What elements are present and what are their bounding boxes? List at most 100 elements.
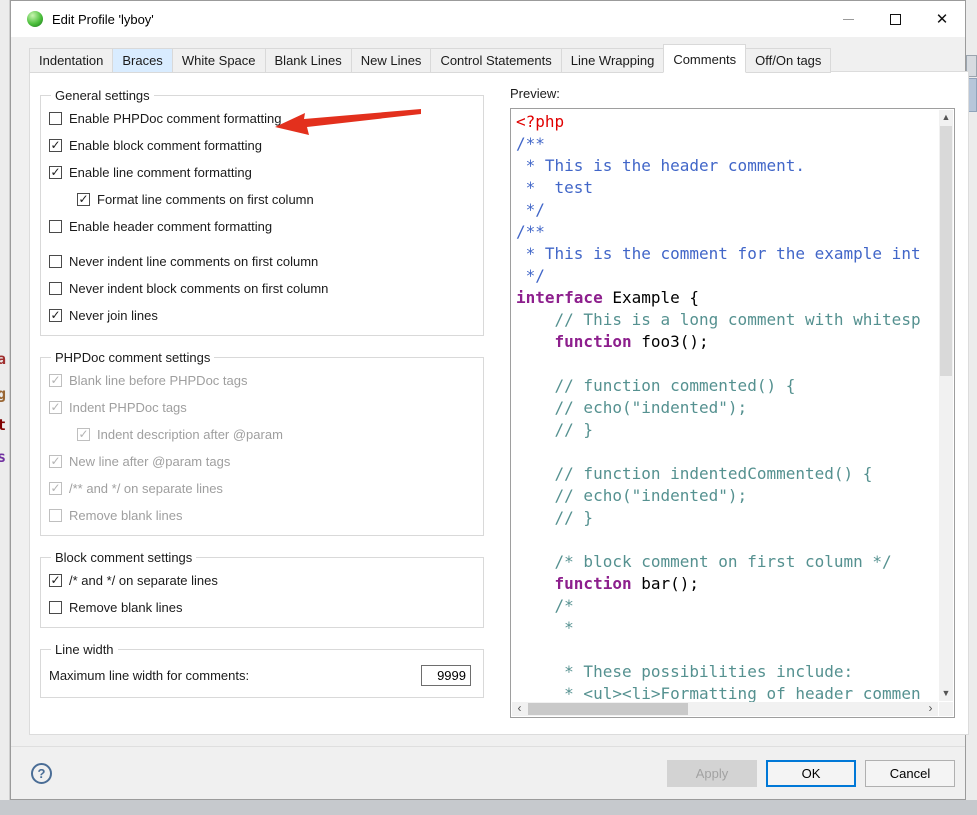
group-phpdoc: PHPDoc comment settings✓Blank line befor… (40, 350, 484, 536)
scroll-down-icon[interactable]: ▼ (939, 686, 953, 701)
code-segment: bar(); (632, 574, 699, 593)
code-segment: function (555, 332, 632, 351)
checkbox-row: Remove blank lines (49, 502, 475, 529)
code-segment: // echo("indented"); (516, 398, 747, 417)
background-text-fragment: t (0, 416, 6, 434)
code-segment: */ (516, 266, 545, 285)
settings-column: General settingsEnable PHPDoc comment fo… (40, 88, 486, 698)
group-line-width: Line width Maximum line width for commen… (40, 642, 484, 698)
tab-comments[interactable]: Comments (663, 44, 746, 73)
checkbox-checked: ✓ (77, 428, 90, 441)
ok-button[interactable]: OK (766, 760, 856, 787)
code-segment: /** (516, 134, 545, 153)
checkbox-checked: ✓ (49, 374, 62, 387)
preview-label: Preview: (510, 86, 955, 101)
checkbox-unchecked[interactable] (49, 220, 62, 233)
checkbox-row[interactable]: Enable header comment formatting (49, 213, 475, 240)
cancel-button[interactable]: Cancel (865, 760, 955, 787)
checkbox-unchecked[interactable] (49, 255, 62, 268)
code-line: function foo3(); (516, 331, 939, 353)
checkbox-row: ✓ Blank line before PHPDoc tags (49, 367, 475, 394)
scrollbar-corner (939, 702, 953, 716)
code-segment: // This is a long comment with whitesp (516, 310, 921, 329)
minimize-icon (843, 19, 854, 20)
checkbox-row[interactable]: Enable PHPDoc comment formatting (49, 105, 475, 132)
background-text-fragment: a (0, 350, 6, 368)
minimize-button[interactable] (833, 4, 863, 34)
checkbox-checked[interactable]: ✓ (49, 166, 62, 179)
tab-white-space[interactable]: White Space (172, 48, 266, 73)
background-app-left-strip: agts (0, 0, 10, 800)
scroll-left-icon[interactable]: ‹ (512, 702, 527, 716)
tab-braces[interactable]: Braces (112, 48, 172, 73)
checkbox-label: Never indent line comments on first colu… (69, 254, 318, 269)
checkbox-label: /** and */ on separate lines (69, 481, 223, 496)
close-button[interactable]: ✕ (927, 4, 957, 34)
scroll-right-icon[interactable]: › (923, 702, 938, 716)
checkbox-row: ✓New line after @param tags (49, 448, 475, 475)
background-text-fragment: g (0, 385, 6, 403)
checkbox-row[interactable]: Never indent block comments on first col… (49, 275, 475, 302)
checkbox-checked[interactable]: ✓ (49, 139, 62, 152)
checkbox-row[interactable]: ✓Enable line comment formatting (49, 159, 475, 186)
checkbox-row: ✓/** and */ on separate lines (49, 475, 475, 502)
line-width-label: Maximum line width for comments: (49, 668, 249, 683)
window-controls: ✕ (816, 4, 965, 34)
checkbox-label: Remove blank lines (69, 508, 182, 523)
checkbox-row[interactable]: ✓Never join lines (49, 302, 475, 329)
checkbox-checked[interactable]: ✓ (77, 193, 90, 206)
background-text-fragment: s (0, 448, 6, 466)
code-segment: // function commented() { (516, 376, 795, 395)
code-line: /** (516, 133, 939, 155)
scroll-up-icon[interactable]: ▲ (939, 110, 953, 125)
checkbox-label: Never indent block comments on first col… (69, 281, 328, 296)
group-title: Line width (51, 642, 118, 657)
code-line: * <ul><li>Formatting of header commen (516, 683, 939, 702)
app-icon (27, 11, 43, 27)
checkbox-row[interactable]: ✓Format line comments on first column (49, 186, 475, 213)
checkbox-row[interactable]: ✓ Enable block comment formatting (49, 132, 475, 159)
checkbox-label: Enable block comment formatting (69, 138, 262, 153)
code-line: function bar(); (516, 573, 939, 595)
checkbox-label: Enable header comment formatting (69, 219, 272, 234)
apply-button: Apply (667, 760, 757, 787)
code-segment (516, 332, 555, 351)
checkbox-unchecked[interactable] (49, 112, 62, 125)
tab-indentation[interactable]: Indentation (29, 48, 113, 73)
tab-blank-lines[interactable]: Blank Lines (265, 48, 352, 73)
tab-new-lines[interactable]: New Lines (351, 48, 432, 73)
code-line (516, 353, 939, 375)
code-segment: * This is the comment for the example in… (516, 244, 921, 263)
checkbox-label: /* and */ on separate lines (69, 573, 218, 588)
checkbox-row[interactable]: Never indent line comments on first colu… (49, 248, 475, 275)
vertical-scrollbar[interactable]: ▲ ▼ (939, 110, 953, 701)
tab-control-statements[interactable]: Control Statements (430, 48, 561, 73)
checkbox-unchecked[interactable] (49, 601, 62, 614)
group-block: Block comment settings✓/* and */ on sepa… (40, 550, 484, 628)
tab-line-wrapping[interactable]: Line Wrapping (561, 48, 665, 73)
checkbox-label: Blank line before PHPDoc tags (69, 373, 247, 388)
maximize-button[interactable] (880, 4, 910, 34)
checkbox-row[interactable]: Remove blank lines (49, 594, 475, 621)
checkbox-checked[interactable]: ✓ (49, 574, 62, 587)
code-segment: // echo("indented"); (516, 486, 747, 505)
vertical-scrollbar-thumb[interactable] (940, 126, 952, 376)
checkbox-row[interactable]: ✓ /* and */ on separate lines (49, 567, 475, 594)
checkbox-unchecked[interactable] (49, 282, 62, 295)
code-line (516, 639, 939, 661)
line-width-input[interactable] (421, 665, 471, 686)
code-segment: * <ul><li>Formatting of header commen (516, 684, 921, 702)
tab-off-on-tags[interactable]: Off/On tags (745, 48, 831, 73)
code-line: */ (516, 265, 939, 287)
code-segment: */ (516, 200, 545, 219)
code-segment: interface (516, 288, 603, 307)
horizontal-scrollbar-thumb[interactable] (528, 703, 688, 715)
code-line: // } (516, 507, 939, 529)
code-segment: * This is the header comment. (516, 156, 805, 175)
help-icon[interactable]: ? (31, 763, 52, 784)
code-line: */ (516, 199, 939, 221)
checkbox-checked[interactable]: ✓ (49, 309, 62, 322)
horizontal-scrollbar[interactable]: ‹ › (512, 702, 938, 716)
checkbox-row: ✓Indent PHPDoc tags (49, 394, 475, 421)
code-line: * This is the header comment. (516, 155, 939, 177)
